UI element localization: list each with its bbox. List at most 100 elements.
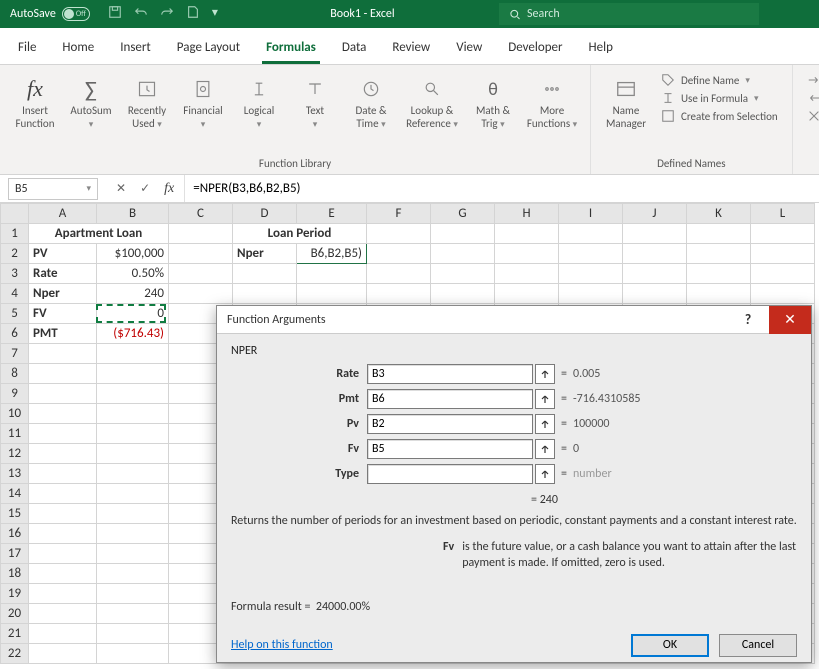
- math-trig-button[interactable]: θ Math & Trig ▾: [468, 71, 518, 134]
- financial-button[interactable]: Financial▾: [178, 71, 228, 134]
- save-icon[interactable]: [108, 5, 122, 23]
- define-name-button[interactable]: Define Name ▾: [661, 73, 778, 87]
- arg-input-fv[interactable]: [367, 439, 533, 459]
- cell[interactable]: 240: [97, 284, 169, 304]
- row-header[interactable]: 13: [1, 464, 29, 484]
- use-in-formula-button[interactable]: Use in Formula ▾: [661, 91, 778, 105]
- enter-icon[interactable]: ✓: [140, 181, 150, 196]
- autosum-button[interactable]: ∑ AutoSum ▾: [66, 71, 116, 134]
- undo-icon[interactable]: [134, 5, 148, 23]
- tab-formulas[interactable]: Formulas: [262, 34, 320, 64]
- collapse-dialog-icon[interactable]: [535, 439, 555, 459]
- tab-review[interactable]: Review: [388, 34, 434, 64]
- select-all-cell[interactable]: [1, 204, 29, 224]
- cell[interactable]: B6,B2,B5): [297, 244, 367, 264]
- row-header[interactable]: 21: [1, 624, 29, 644]
- col-header[interactable]: L: [751, 204, 815, 224]
- arg-input-type[interactable]: [367, 464, 533, 484]
- dialog-help-button[interactable]: ?: [727, 306, 769, 334]
- tab-help[interactable]: Help: [585, 34, 617, 64]
- arg-input-rate[interactable]: [367, 364, 533, 384]
- col-header[interactable]: G: [431, 204, 495, 224]
- formula-input[interactable]: [184, 175, 819, 202]
- collapse-dialog-icon[interactable]: [535, 414, 555, 434]
- qat-overflow-icon[interactable]: ▾: [212, 5, 218, 23]
- arg-input-pv[interactable]: [367, 414, 533, 434]
- row-header[interactable]: 9: [1, 384, 29, 404]
- tab-developer[interactable]: Developer: [504, 34, 566, 64]
- dialog-close-button[interactable]: ✕: [769, 306, 811, 334]
- col-header[interactable]: C: [169, 204, 233, 224]
- search-box[interactable]: [499, 3, 759, 25]
- cancel-icon[interactable]: ✕: [116, 181, 126, 196]
- logical-button[interactable]: Logical▾: [234, 71, 284, 134]
- row-header[interactable]: 14: [1, 484, 29, 504]
- tab-data[interactable]: Data: [338, 34, 371, 64]
- lookup-button[interactable]: Lookup & Reference ▾: [402, 71, 462, 134]
- toggle-switch[interactable]: Off: [62, 7, 90, 21]
- insert-function-button[interactable]: fx Insert Function: [10, 71, 60, 134]
- col-header[interactable]: I: [559, 204, 623, 224]
- row-header[interactable]: 18: [1, 564, 29, 584]
- col-header[interactable]: D: [233, 204, 297, 224]
- ok-button[interactable]: OK: [631, 634, 709, 657]
- row-header[interactable]: 20: [1, 604, 29, 624]
- row-header[interactable]: 2: [1, 244, 29, 264]
- tab-file[interactable]: File: [14, 34, 40, 64]
- date-time-button[interactable]: Date & Time ▾: [346, 71, 396, 134]
- row-header[interactable]: 6: [1, 324, 29, 344]
- search-input[interactable]: [527, 7, 749, 21]
- cell[interactable]: Loan Period: [233, 224, 367, 244]
- dialog-titlebar[interactable]: Function Arguments ? ✕: [217, 306, 811, 334]
- cell[interactable]: ($716.43): [97, 324, 169, 344]
- row-header[interactable]: 12: [1, 444, 29, 464]
- row-header[interactable]: 5: [1, 304, 29, 324]
- tab-view[interactable]: View: [452, 34, 486, 64]
- tab-page-layout[interactable]: Page Layout: [173, 34, 244, 64]
- cell[interactable]: Rate: [29, 264, 97, 284]
- name-box[interactable]: B5 ▾: [8, 178, 98, 200]
- collapse-dialog-icon[interactable]: [535, 464, 555, 484]
- tab-insert[interactable]: Insert: [116, 34, 155, 64]
- trace-precedents-button[interactable]: Trace: [807, 73, 819, 87]
- cell[interactable]: FV: [29, 304, 97, 324]
- row-header[interactable]: 19: [1, 584, 29, 604]
- recently-used-button[interactable]: Recently Used ▾: [122, 71, 172, 134]
- redo-icon[interactable]: [160, 5, 174, 23]
- row-header[interactable]: 8: [1, 364, 29, 384]
- collapse-dialog-icon[interactable]: [535, 364, 555, 384]
- cell[interactable]: $100,000: [97, 244, 169, 264]
- cell[interactable]: PV: [29, 244, 97, 264]
- row-header[interactable]: 11: [1, 424, 29, 444]
- cell[interactable]: Nper: [29, 284, 97, 304]
- row-header[interactable]: 15: [1, 504, 29, 524]
- row-header[interactable]: 1: [1, 224, 29, 244]
- tab-home[interactable]: Home: [58, 34, 98, 64]
- row-header[interactable]: 3: [1, 264, 29, 284]
- name-manager-button[interactable]: Name Manager: [601, 71, 651, 134]
- col-header[interactable]: E: [297, 204, 367, 224]
- row-header[interactable]: 7: [1, 344, 29, 364]
- chevron-down-icon[interactable]: ▾: [86, 183, 91, 194]
- collapse-dialog-icon[interactable]: [535, 389, 555, 409]
- cell[interactable]: Apartment Loan: [29, 224, 169, 244]
- cancel-button[interactable]: Cancel: [719, 634, 797, 657]
- col-header[interactable]: J: [623, 204, 687, 224]
- remove-arrows-button[interactable]: Remo: [807, 109, 819, 123]
- more-functions-button[interactable]: More Functions ▾: [524, 71, 580, 134]
- help-link[interactable]: Help on this function: [231, 638, 333, 652]
- arg-input-pmt[interactable]: [367, 389, 533, 409]
- fx-icon[interactable]: fx: [164, 181, 174, 197]
- text-button[interactable]: Text▾: [290, 71, 340, 134]
- row-header[interactable]: 4: [1, 284, 29, 304]
- row-header[interactable]: 17: [1, 544, 29, 564]
- cell[interactable]: 0.50%: [97, 264, 169, 284]
- row-header[interactable]: 16: [1, 524, 29, 544]
- col-header[interactable]: H: [495, 204, 559, 224]
- cell[interactable]: Nper: [233, 244, 297, 264]
- cell[interactable]: 0: [97, 304, 169, 324]
- autosave-toggle[interactable]: AutoSave Off: [0, 7, 100, 21]
- col-header[interactable]: F: [367, 204, 431, 224]
- col-header[interactable]: K: [687, 204, 751, 224]
- col-header[interactable]: A: [29, 204, 97, 224]
